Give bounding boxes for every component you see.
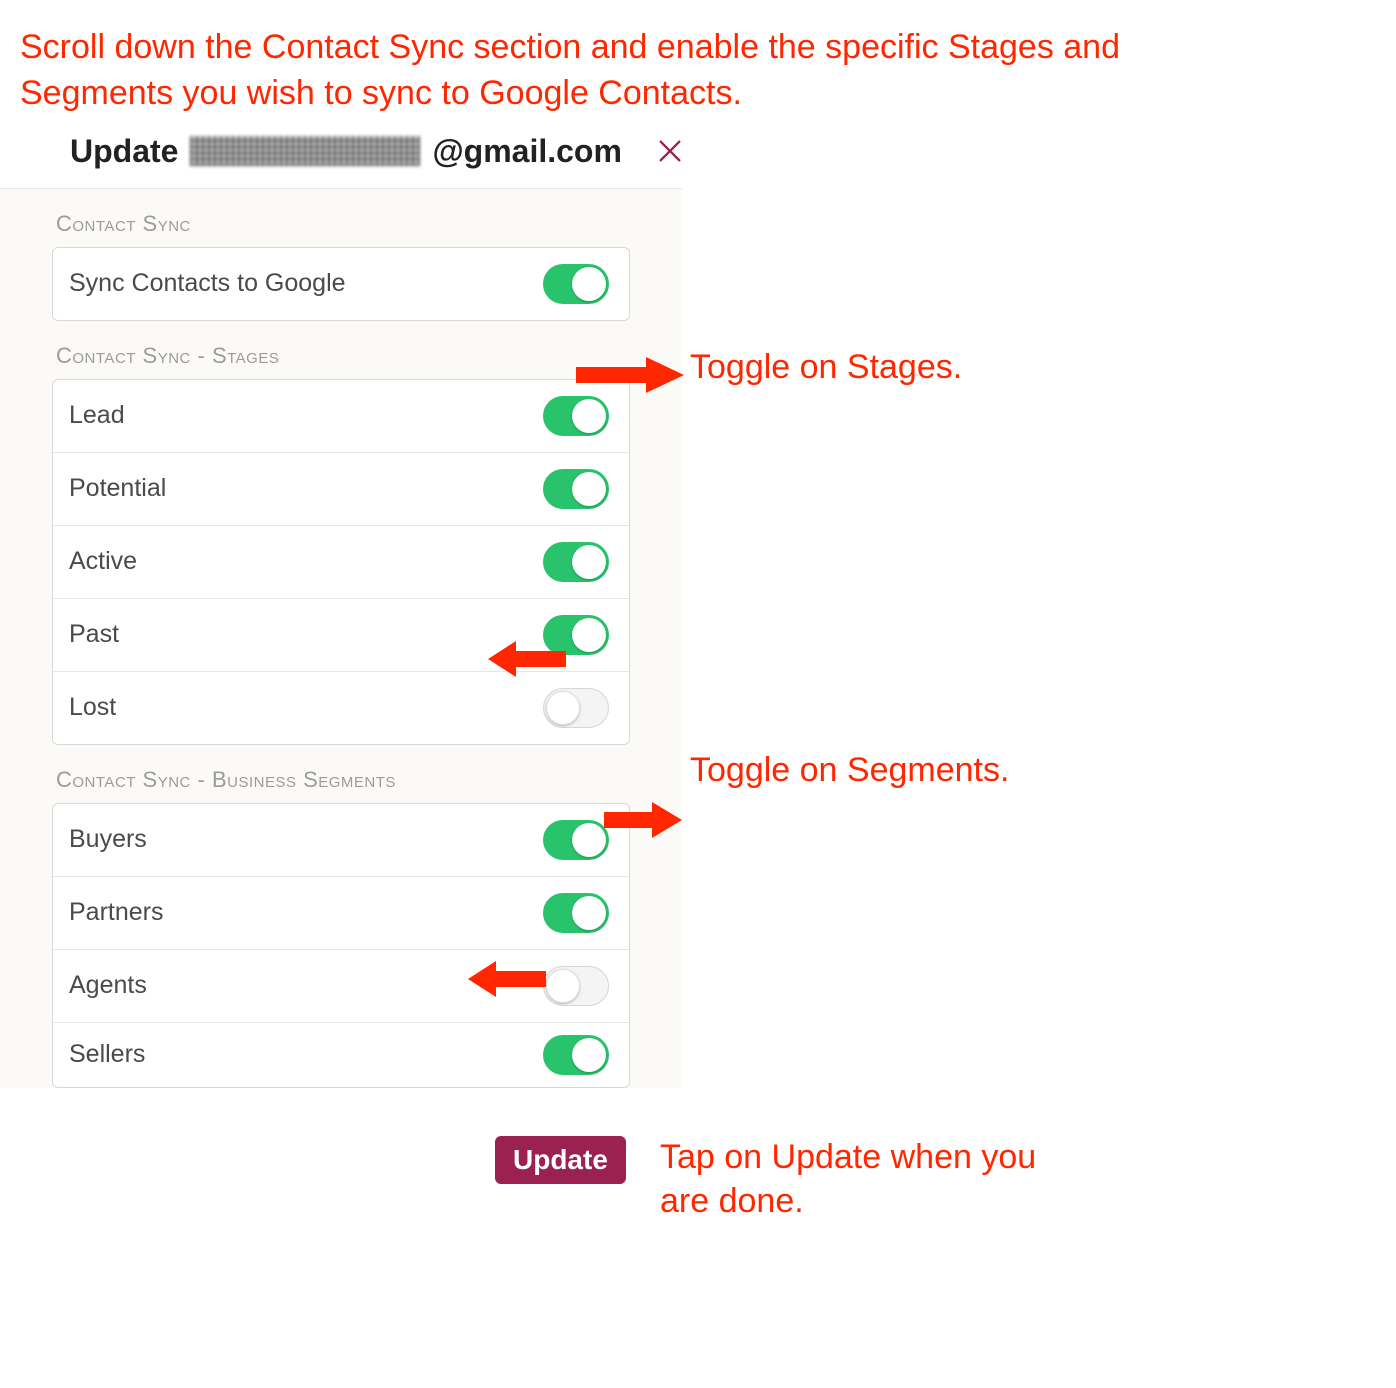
toggle-segment-partners[interactable] <box>543 893 609 933</box>
row-label: Lead <box>69 401 125 430</box>
row-sync-contacts: Sync Contacts to Google <box>53 248 629 320</box>
modal-title: Update @gmail.com <box>70 133 622 170</box>
modal-header: Update @gmail.com <box>0 127 1396 188</box>
section-header-segments: Contact Sync - Business Segments <box>0 745 682 803</box>
title-prefix: Update <box>70 133 178 170</box>
row-label: Active <box>69 547 137 576</box>
toggle-sync-contacts[interactable] <box>543 264 609 304</box>
row-label: Agents <box>69 971 147 1000</box>
toggle-segment-sellers[interactable] <box>543 1035 609 1075</box>
title-email-suffix: @gmail.com <box>432 133 621 170</box>
row-label: Past <box>69 620 119 649</box>
row-label: Lost <box>69 693 116 722</box>
toggle-segment-agents[interactable] <box>543 966 609 1006</box>
annotation-stages: Toggle on Stages. <box>690 345 962 389</box>
close-icon[interactable] <box>656 137 684 165</box>
row-label: Potential <box>69 474 166 503</box>
list-contact-sync: Sync Contacts to Google <box>52 247 630 321</box>
redacted-email-user <box>190 136 420 166</box>
row-label: Buyers <box>69 825 147 854</box>
update-button[interactable]: Update <box>495 1136 626 1184</box>
arrow-right-icon <box>576 355 686 395</box>
row-label: Sync Contacts to Google <box>69 269 346 298</box>
row-stage-lead: Lead <box>53 380 629 453</box>
toggle-stage-lost[interactable] <box>543 688 609 728</box>
row-label: Partners <box>69 898 163 927</box>
settings-panel: Contact Sync Sync Contacts to Google Con… <box>0 188 682 1088</box>
arrow-right-icon <box>604 800 684 840</box>
row-stage-active: Active <box>53 526 629 599</box>
toggle-stage-potential[interactable] <box>543 469 609 509</box>
toggle-stage-lead[interactable] <box>543 396 609 436</box>
row-label: Sellers <box>69 1040 145 1069</box>
toggle-segment-buyers[interactable] <box>543 820 609 860</box>
arrow-left-icon <box>488 640 568 678</box>
list-segments: Buyers Partners Agents Sellers <box>52 803 630 1088</box>
arrow-left-icon <box>468 960 548 998</box>
row-stage-potential: Potential <box>53 453 629 526</box>
section-header-contact-sync: Contact Sync <box>0 189 682 247</box>
row-stage-lost: Lost <box>53 672 629 744</box>
annotation-segments: Toggle on Segments. <box>690 748 1009 792</box>
toggle-stage-active[interactable] <box>543 542 609 582</box>
row-segment-partners: Partners <box>53 877 629 950</box>
annotation-update: Tap on Update when you are done. <box>660 1135 1080 1223</box>
row-segment-buyers: Buyers <box>53 804 629 877</box>
list-stages: Lead Potential Active Past Lost <box>52 379 630 745</box>
row-segment-sellers: Sellers <box>53 1023 629 1087</box>
instruction-text: Scroll down the Contact Sync section and… <box>0 0 1200 127</box>
